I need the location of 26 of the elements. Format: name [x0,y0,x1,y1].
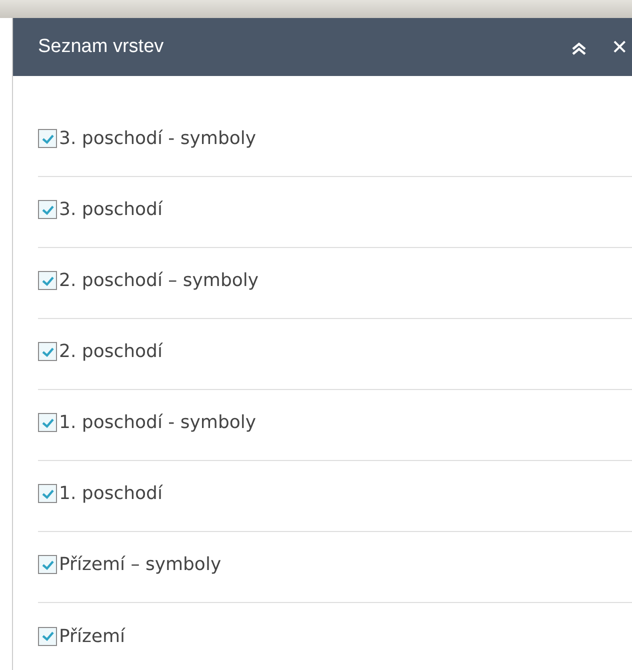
layer-label: 2. poschodí – symboly [59,269,259,293]
check-icon [40,274,54,286]
layer-checkbox[interactable] [38,342,57,361]
layer-label: 1. poschodí - symboly [59,411,256,435]
layer-label: Přízemí [59,624,125,648]
panel-title: Seznam vrstev [38,34,165,59]
check-icon [40,558,54,570]
layer-checkbox[interactable] [38,271,57,290]
check-icon [40,630,54,642]
layer-checkbox[interactable] [38,129,57,148]
check-icon [40,132,54,144]
layer-label: 3. poschodí [59,198,162,222]
check-icon [40,346,54,358]
close-button[interactable]: ✕ [599,37,632,57]
layer-label: 1. poschodí [59,482,162,506]
layer-label: 2. poschodí [59,340,162,364]
layer-checkbox[interactable] [38,413,57,432]
layer-checkbox[interactable] [38,200,57,219]
layer-label: 3. poschodí - symboly [59,127,256,151]
layer-label: Přízemí – symboly [59,553,222,577]
check-icon [40,488,54,500]
check-icon [40,204,54,216]
check-icon [40,416,54,428]
layer-checkbox[interactable] [38,484,57,503]
layer-checkbox[interactable] [38,626,57,646]
layer-checkbox[interactable] [38,555,57,574]
